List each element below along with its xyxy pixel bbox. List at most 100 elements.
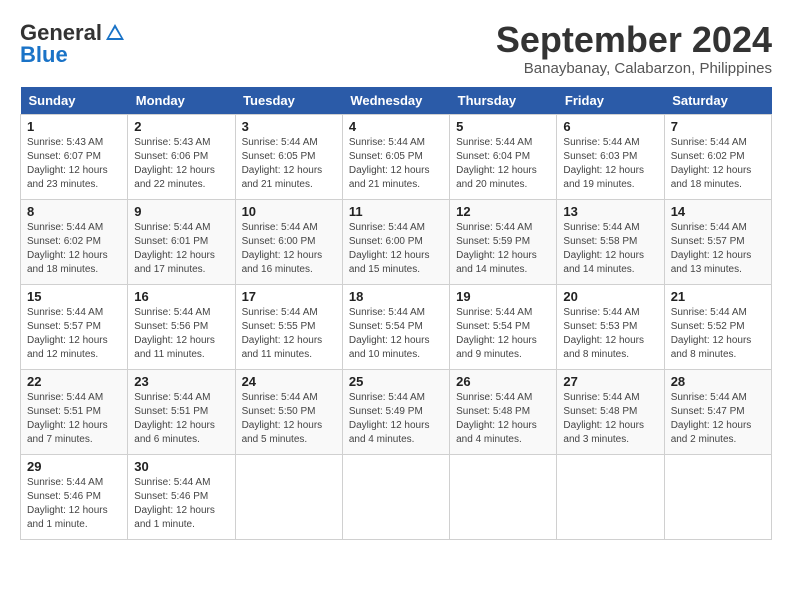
calendar-week-1: 1 Sunrise: 5:43 AMSunset: 6:07 PMDayligh… <box>21 114 772 199</box>
day-info: Sunrise: 5:44 AMSunset: 5:49 PMDaylight:… <box>349 392 430 445</box>
logo: General Blue <box>20 20 126 68</box>
day-number: 25 <box>349 374 443 389</box>
day-number: 30 <box>134 459 228 474</box>
day-info: Sunrise: 5:44 AMSunset: 5:54 PMDaylight:… <box>456 307 537 360</box>
header-thursday: Thursday <box>450 87 557 115</box>
day-number: 24 <box>242 374 336 389</box>
day-number: 6 <box>563 119 657 134</box>
calendar-cell: 10 Sunrise: 5:44 AMSunset: 6:00 PMDaylig… <box>235 199 342 284</box>
calendar-week-2: 8 Sunrise: 5:44 AMSunset: 6:02 PMDayligh… <box>21 199 772 284</box>
day-info: Sunrise: 5:44 AMSunset: 5:46 PMDaylight:… <box>134 477 215 530</box>
calendar-cell: 22 Sunrise: 5:44 AMSunset: 5:51 PMDaylig… <box>21 369 128 454</box>
day-info: Sunrise: 5:44 AMSunset: 5:59 PMDaylight:… <box>456 222 537 275</box>
calendar-cell: 28 Sunrise: 5:44 AMSunset: 5:47 PMDaylig… <box>664 369 771 454</box>
header-friday: Friday <box>557 87 664 115</box>
logo-blue-text: Blue <box>20 42 68 68</box>
day-info: Sunrise: 5:44 AMSunset: 6:05 PMDaylight:… <box>242 137 323 190</box>
calendar-cell: 26 Sunrise: 5:44 AMSunset: 5:48 PMDaylig… <box>450 369 557 454</box>
calendar-cell: 27 Sunrise: 5:44 AMSunset: 5:48 PMDaylig… <box>557 369 664 454</box>
calendar-cell: 17 Sunrise: 5:44 AMSunset: 5:55 PMDaylig… <box>235 284 342 369</box>
calendar-table: SundayMondayTuesdayWednesdayThursdayFrid… <box>20 87 772 540</box>
day-number: 15 <box>27 289 121 304</box>
calendar-cell <box>450 454 557 539</box>
day-number: 23 <box>134 374 228 389</box>
calendar-cell: 2 Sunrise: 5:43 AMSunset: 6:06 PMDayligh… <box>128 114 235 199</box>
calendar-cell: 18 Sunrise: 5:44 AMSunset: 5:54 PMDaylig… <box>342 284 449 369</box>
day-info: Sunrise: 5:44 AMSunset: 6:04 PMDaylight:… <box>456 137 537 190</box>
day-number: 17 <box>242 289 336 304</box>
day-info: Sunrise: 5:43 AMSunset: 6:07 PMDaylight:… <box>27 137 108 190</box>
day-number: 18 <box>349 289 443 304</box>
calendar-cell: 24 Sunrise: 5:44 AMSunset: 5:50 PMDaylig… <box>235 369 342 454</box>
calendar-cell: 21 Sunrise: 5:44 AMSunset: 5:52 PMDaylig… <box>664 284 771 369</box>
header-wednesday: Wednesday <box>342 87 449 115</box>
day-number: 1 <box>27 119 121 134</box>
logo-icon <box>104 22 126 44</box>
calendar-cell: 1 Sunrise: 5:43 AMSunset: 6:07 PMDayligh… <box>21 114 128 199</box>
calendar-header-row: SundayMondayTuesdayWednesdayThursdayFrid… <box>21 87 772 115</box>
day-number: 9 <box>134 204 228 219</box>
day-info: Sunrise: 5:44 AMSunset: 5:57 PMDaylight:… <box>671 222 752 275</box>
day-info: Sunrise: 5:44 AMSunset: 5:51 PMDaylight:… <box>134 392 215 445</box>
calendar-cell: 6 Sunrise: 5:44 AMSunset: 6:03 PMDayligh… <box>557 114 664 199</box>
calendar-cell <box>342 454 449 539</box>
calendar-cell: 13 Sunrise: 5:44 AMSunset: 5:58 PMDaylig… <box>557 199 664 284</box>
day-info: Sunrise: 5:44 AMSunset: 5:53 PMDaylight:… <box>563 307 644 360</box>
calendar-cell: 14 Sunrise: 5:44 AMSunset: 5:57 PMDaylig… <box>664 199 771 284</box>
day-number: 29 <box>27 459 121 474</box>
calendar-cell: 19 Sunrise: 5:44 AMSunset: 5:54 PMDaylig… <box>450 284 557 369</box>
day-info: Sunrise: 5:44 AMSunset: 5:54 PMDaylight:… <box>349 307 430 360</box>
calendar-week-3: 15 Sunrise: 5:44 AMSunset: 5:57 PMDaylig… <box>21 284 772 369</box>
day-number: 22 <box>27 374 121 389</box>
day-info: Sunrise: 5:44 AMSunset: 6:01 PMDaylight:… <box>134 222 215 275</box>
day-number: 11 <box>349 204 443 219</box>
calendar-cell: 3 Sunrise: 5:44 AMSunset: 6:05 PMDayligh… <box>235 114 342 199</box>
calendar-cell <box>557 454 664 539</box>
month-title: September 2024 <box>496 20 772 60</box>
day-info: Sunrise: 5:44 AMSunset: 5:46 PMDaylight:… <box>27 477 108 530</box>
header-monday: Monday <box>128 87 235 115</box>
header-saturday: Saturday <box>664 87 771 115</box>
day-number: 5 <box>456 119 550 134</box>
day-info: Sunrise: 5:44 AMSunset: 5:51 PMDaylight:… <box>27 392 108 445</box>
day-number: 8 <box>27 204 121 219</box>
calendar-cell: 5 Sunrise: 5:44 AMSunset: 6:04 PMDayligh… <box>450 114 557 199</box>
day-number: 13 <box>563 204 657 219</box>
calendar-cell <box>664 454 771 539</box>
page-header: General Blue September 2024 Banaybanay, … <box>20 20 772 77</box>
day-number: 19 <box>456 289 550 304</box>
day-info: Sunrise: 5:43 AMSunset: 6:06 PMDaylight:… <box>134 137 215 190</box>
day-number: 2 <box>134 119 228 134</box>
day-info: Sunrise: 5:44 AMSunset: 6:03 PMDaylight:… <box>563 137 644 190</box>
header-sunday: Sunday <box>21 87 128 115</box>
calendar-cell: 30 Sunrise: 5:44 AMSunset: 5:46 PMDaylig… <box>128 454 235 539</box>
calendar-cell: 29 Sunrise: 5:44 AMSunset: 5:46 PMDaylig… <box>21 454 128 539</box>
calendar-week-4: 22 Sunrise: 5:44 AMSunset: 5:51 PMDaylig… <box>21 369 772 454</box>
day-info: Sunrise: 5:44 AMSunset: 5:48 PMDaylight:… <box>563 392 644 445</box>
day-info: Sunrise: 5:44 AMSunset: 6:00 PMDaylight:… <box>242 222 323 275</box>
calendar-cell: 4 Sunrise: 5:44 AMSunset: 6:05 PMDayligh… <box>342 114 449 199</box>
day-number: 3 <box>242 119 336 134</box>
day-info: Sunrise: 5:44 AMSunset: 5:52 PMDaylight:… <box>671 307 752 360</box>
calendar-cell <box>235 454 342 539</box>
day-info: Sunrise: 5:44 AMSunset: 6:02 PMDaylight:… <box>671 137 752 190</box>
day-number: 20 <box>563 289 657 304</box>
day-number: 21 <box>671 289 765 304</box>
calendar-cell: 12 Sunrise: 5:44 AMSunset: 5:59 PMDaylig… <box>450 199 557 284</box>
calendar-cell: 9 Sunrise: 5:44 AMSunset: 6:01 PMDayligh… <box>128 199 235 284</box>
calendar-cell: 25 Sunrise: 5:44 AMSunset: 5:49 PMDaylig… <box>342 369 449 454</box>
calendar-cell: 15 Sunrise: 5:44 AMSunset: 5:57 PMDaylig… <box>21 284 128 369</box>
day-info: Sunrise: 5:44 AMSunset: 6:02 PMDaylight:… <box>27 222 108 275</box>
day-number: 14 <box>671 204 765 219</box>
day-number: 12 <box>456 204 550 219</box>
day-info: Sunrise: 5:44 AMSunset: 6:05 PMDaylight:… <box>349 137 430 190</box>
day-number: 26 <box>456 374 550 389</box>
calendar-cell: 16 Sunrise: 5:44 AMSunset: 5:56 PMDaylig… <box>128 284 235 369</box>
title-section: September 2024 Banaybanay, Calabarzon, P… <box>496 20 772 77</box>
day-number: 16 <box>134 289 228 304</box>
day-number: 7 <box>671 119 765 134</box>
day-number: 28 <box>671 374 765 389</box>
day-number: 10 <box>242 204 336 219</box>
location-text: Banaybanay, Calabarzon, Philippines <box>496 60 772 77</box>
calendar-cell: 23 Sunrise: 5:44 AMSunset: 5:51 PMDaylig… <box>128 369 235 454</box>
